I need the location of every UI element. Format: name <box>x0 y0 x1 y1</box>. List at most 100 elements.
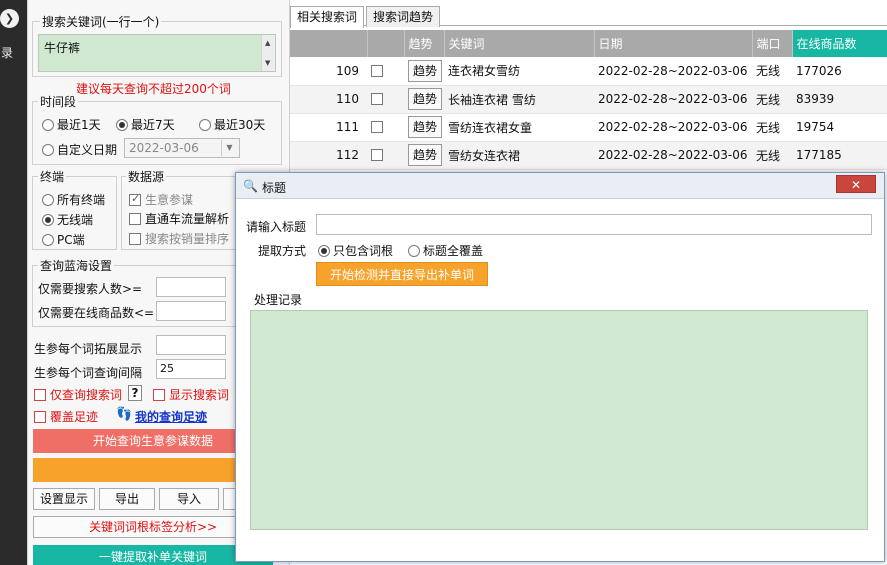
terminal-option-all[interactable]: 所有终端 <box>42 191 105 208</box>
col-trend[interactable]: 趋势 <box>404 30 445 57</box>
title-input-label: 请输入标题 <box>246 220 307 234</box>
source-option-ztc[interactable]: 直通车流量解析 <box>129 210 229 227</box>
extract-mode-label: 提取方式 <box>258 244 307 258</box>
trend-button[interactable]: 趋势 <box>408 144 442 166</box>
min-goods-input[interactable] <box>156 301 226 321</box>
min-search-input[interactable] <box>156 277 226 297</box>
row-count: 83939 <box>792 85 887 114</box>
checkbox-icon <box>34 411 46 423</box>
radio-icon <box>408 245 420 257</box>
table-row[interactable]: 111 趋势 雪纺连衣裙女童 2022-02-28~2022-03-06 无线 … <box>290 113 887 142</box>
keyword-group-title: 搜索关键词(一行一个) <box>40 13 162 30</box>
period-option-30days[interactable]: 最近30天 <box>199 116 265 133</box>
checkbox-icon <box>371 121 383 133</box>
mode-option-root-only[interactable]: 只包含词根 <box>318 242 393 259</box>
col-port[interactable]: 端口 <box>752 30 793 57</box>
radio-selected-icon <box>116 119 128 131</box>
row-trend-cell: 趋势 <box>404 141 444 170</box>
keyword-text: 牛仔裤 <box>44 41 81 55</box>
close-button[interactable]: ✕ <box>836 175 876 193</box>
row-checkbox[interactable] <box>367 113 404 142</box>
period-option-7days[interactable]: 最近7天 <box>116 116 175 133</box>
row-port: 无线 <box>752 57 792 86</box>
row-port: 无线 <box>752 141 792 170</box>
checkbox-icon <box>371 64 383 77</box>
bluesea-group-title: 查询蓝海设置 <box>38 257 115 274</box>
row-date: 2022-02-28~2022-03-06 <box>594 57 752 86</box>
expand-label: 生参每个词拓展显示 <box>34 342 143 356</box>
period-group-title: 时间段 <box>38 93 79 110</box>
scroll-up-icon[interactable]: ▲ <box>265 39 270 47</box>
checkbox-checked-icon <box>129 192 141 206</box>
import-button[interactable]: 导入 <box>159 488 219 510</box>
trend-button[interactable]: 趋势 <box>408 116 442 138</box>
col-keyword[interactable]: 关键词 <box>444 30 595 57</box>
period-option-1day[interactable]: 最近1天 <box>42 116 101 133</box>
my-footprint-link[interactable]: 我的查询足迹 <box>135 408 207 425</box>
dialog-titlebar[interactable]: 🔍 标题 ✕ <box>236 173 884 199</box>
tab-related-search[interactable]: 相关搜索词 <box>290 6 365 28</box>
row-index: 112 <box>290 141 367 170</box>
source-option-sycm[interactable]: 生意参谋 <box>129 191 193 208</box>
row-keyword: 长袖连衣裙 雪纺 <box>444 85 594 114</box>
mode-option-full-cover[interactable]: 标题全覆盖 <box>408 242 483 259</box>
period-option-custom[interactable]: 自定义日期 <box>42 141 117 158</box>
row-count: 177185 <box>792 141 887 170</box>
detect-export-button[interactable]: 开始检测并直接导出补单词 <box>316 262 488 286</box>
radio-icon <box>42 144 54 156</box>
process-log-area[interactable] <box>250 310 868 530</box>
row-port: 无线 <box>752 113 792 142</box>
only-search-option[interactable]: 仅查询搜索词 <box>34 386 122 403</box>
title-input[interactable] <box>316 214 872 235</box>
query-limit-tip: 建议每天查询不超过200个词 <box>76 82 231 96</box>
results-tabs: 相关搜索词 搜索词趋势 <box>290 6 887 28</box>
checkbox-icon <box>153 389 165 401</box>
col-date[interactable]: 日期 <box>594 30 753 57</box>
row-trend-cell: 趋势 <box>404 113 444 142</box>
keyword-scrollbar[interactable]: ▲ ▼ <box>261 35 275 71</box>
interval-label: 生参每个词查询间隔 <box>34 366 143 380</box>
expand-select[interactable] <box>156 335 226 355</box>
show-search-option[interactable]: 显示搜索词 <box>153 386 229 403</box>
checkbox-icon <box>371 93 383 105</box>
settings-display-button[interactable]: 设置显示 <box>33 488 95 510</box>
export-button[interactable]: 导出 <box>99 488 155 510</box>
trend-button[interactable]: 趋势 <box>408 59 442 82</box>
scroll-down-icon[interactable]: ▼ <box>265 59 270 67</box>
results-table: 趋势 关键词 日期 端口 在线商品数 109 趋势 连衣裙女雪纺 2022-02… <box>290 30 887 170</box>
min-search-label: 仅需要搜索人数>= <box>38 282 143 296</box>
interval-input[interactable]: 25 <box>156 359 226 379</box>
help-icon[interactable]: ? <box>128 385 142 401</box>
row-checkbox[interactable] <box>367 57 404 86</box>
checkbox-icon <box>129 233 141 245</box>
table-row[interactable]: 110 趋势 长袖连衣裙 雪纺 2022-02-28~2022-03-06 无线… <box>290 85 887 114</box>
row-index: 111 <box>290 113 367 142</box>
table-row[interactable]: 112 趋势 雪纺女连衣裙 2022-02-28~2022-03-06 无线 1… <box>290 141 887 170</box>
custom-date-picker[interactable]: 2022-03-06 ▼ <box>124 138 240 158</box>
row-keyword: 雪纺女连衣裙 <box>444 141 594 170</box>
nav-arrow-icon[interactable]: ❯ <box>0 9 19 28</box>
cover-footprint-option[interactable]: 覆盖足迹 <box>34 408 98 425</box>
tab-search-trend[interactable]: 搜索词趋势 <box>366 6 441 27</box>
sidebar-label[interactable]: 录 <box>1 44 13 61</box>
row-checkbox[interactable] <box>367 141 404 170</box>
title-dialog: 🔍 标题 ✕ 请输入标题 提取方式 只包含词根 标题全覆盖 开始检测并直接导出补… <box>235 172 885 562</box>
trend-button[interactable]: 趋势 <box>408 88 442 110</box>
row-count: 19754 <box>792 113 887 142</box>
table-row[interactable]: 109 趋势 连衣裙女雪纺 2022-02-28~2022-03-06 无线 1… <box>290 57 887 86</box>
terminal-option-pc[interactable]: PC端 <box>42 231 85 248</box>
col-online-count[interactable]: 在线商品数 <box>792 30 887 57</box>
source-group-title: 数据源 <box>126 168 167 185</box>
keyword-textarea[interactable]: 牛仔裤 ▲ ▼ <box>38 34 276 72</box>
row-checkbox[interactable] <box>367 85 404 114</box>
table-header-row: 趋势 关键词 日期 端口 在线商品数 <box>290 30 887 57</box>
search-icon: 🔍 <box>243 179 258 193</box>
source-option-sales-sort[interactable]: 搜索按销量排序 <box>129 230 229 247</box>
col-index[interactable] <box>290 30 368 57</box>
radio-icon <box>42 194 54 206</box>
radio-icon <box>42 234 54 246</box>
terminal-option-wireless[interactable]: 无线端 <box>42 211 93 228</box>
dialog-title: 标题 <box>262 181 287 195</box>
calendar-dropdown-icon[interactable]: ▼ <box>221 140 237 156</box>
col-check[interactable] <box>367 30 405 57</box>
